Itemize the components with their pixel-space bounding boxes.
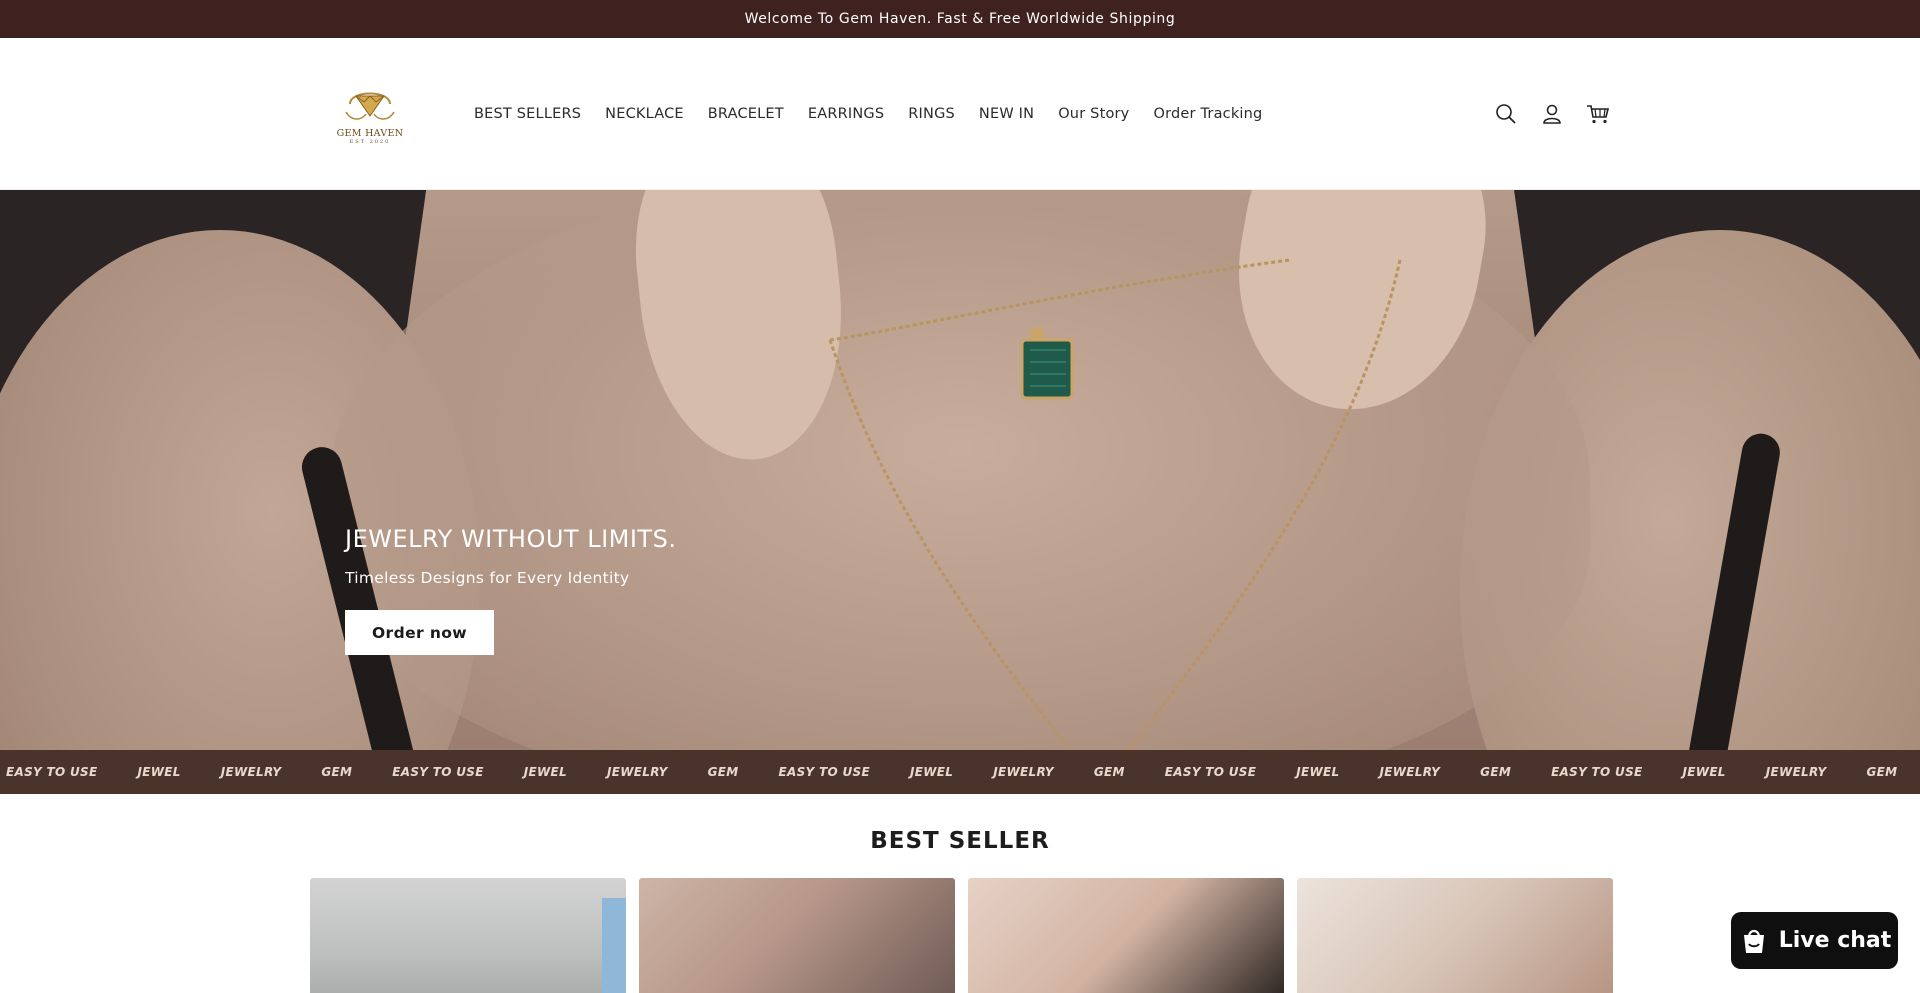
announcement-bar: Welcome To Gem Haven. Fast & Free Worldw…: [0, 0, 1920, 38]
product-card-image[interactable]: [310, 878, 626, 993]
marquee-item: JEWEL: [1296, 765, 1340, 779]
header-icons: [1494, 102, 1610, 126]
main-nav: BEST SELLERS NECKLACE BRACELET EARRINGS …: [474, 106, 1262, 122]
logo-emblem-icon: [345, 92, 395, 120]
search-icon[interactable]: [1494, 102, 1518, 126]
marquee-strip: EASY TO USE JEWEL JEWELRY GEM EASY TO USE JEW…: [0, 750, 1920, 794]
marquee-item: JEWELRY: [1379, 765, 1441, 779]
hero-banner: JEWELRY WITHOUT LIMITS. Timeless Designs…: [0, 190, 1920, 750]
hero-title: JEWELRY WITHOUT LIMITS.: [345, 525, 677, 553]
marquee-item: GEM: [1093, 765, 1125, 779]
marquee-item: EASY TO USE: [6, 765, 98, 779]
marquee-item: JEWELRY: [220, 765, 282, 779]
nav-item-order-tracking[interactable]: Order Tracking: [1153, 106, 1262, 122]
nav-item-rings[interactable]: RINGS: [908, 106, 955, 122]
product-grid: [310, 878, 1920, 993]
marquee-item: JEWELRY: [993, 765, 1054, 779]
marquee-item: EASY TO USE: [1551, 765, 1643, 779]
live-chat-label: Live chat: [1778, 928, 1892, 953]
marquee-item: GEM: [1480, 765, 1512, 779]
marquee-item: GEM: [321, 765, 353, 779]
site-header: GEM HAVEN EST 2020 BEST SELLERS NECKLACE…: [0, 38, 1920, 190]
marquee-item: JEWELRY: [606, 765, 668, 779]
hero-content: JEWELRY WITHOUT LIMITS. Timeless Designs…: [345, 525, 676, 655]
nav-item-bracelet[interactable]: BRACELET: [708, 106, 784, 122]
nav-item-earrings[interactable]: EARRINGS: [808, 106, 884, 122]
marquee-item: JEWEL: [1682, 765, 1726, 779]
account-icon[interactable]: [1540, 102, 1564, 126]
marquee-track: EASY TO USE JEWEL JEWELRY GEM EASY TO USE JEW…: [0, 765, 1920, 779]
chat-bag-icon: [1743, 929, 1764, 953]
product-card-image[interactable]: [1297, 878, 1613, 993]
nav-item-new-in[interactable]: NEW IN: [979, 106, 1034, 122]
marquee-item: JEWEL: [909, 765, 954, 779]
nav-item-our-story[interactable]: Our Story: [1058, 106, 1129, 122]
marquee-item: JEWEL: [523, 765, 567, 779]
marquee-item: GEM: [1866, 765, 1898, 779]
logo[interactable]: GEM HAVEN EST 2020: [335, 76, 405, 152]
logo-subtext: EST 2020: [349, 139, 391, 145]
hero-subtitle: Timeless Designs for Every Identity: [345, 569, 630, 587]
best-seller-title: BEST SELLER: [870, 828, 1050, 854]
logo-text: GEM HAVEN: [336, 128, 404, 139]
announcement-text: Welcome To Gem Haven. Fast & Free Worldw…: [744, 11, 1176, 27]
marquee-item: JEWEL: [137, 765, 181, 779]
product-card-image[interactable]: [968, 878, 1284, 993]
nav-item-necklace[interactable]: NECKLACE: [605, 106, 684, 122]
nav-item-best-sellers[interactable]: BEST SELLERS: [474, 106, 581, 122]
marquee-item: EASY TO USE: [1164, 765, 1257, 779]
live-chat-button[interactable]: Live chat: [1731, 912, 1898, 969]
marquee-item: EASY TO USE: [392, 765, 484, 779]
necklace-illustration: [828, 258, 1402, 750]
marquee-item: JEWELRY: [1765, 765, 1827, 779]
cart-icon[interactable]: [1586, 102, 1610, 126]
product-card-image[interactable]: [639, 878, 955, 993]
marquee-item: GEM: [707, 765, 739, 779]
order-now-button[interactable]: Order now: [345, 610, 494, 655]
marquee-item: EASY TO USE: [778, 765, 870, 779]
